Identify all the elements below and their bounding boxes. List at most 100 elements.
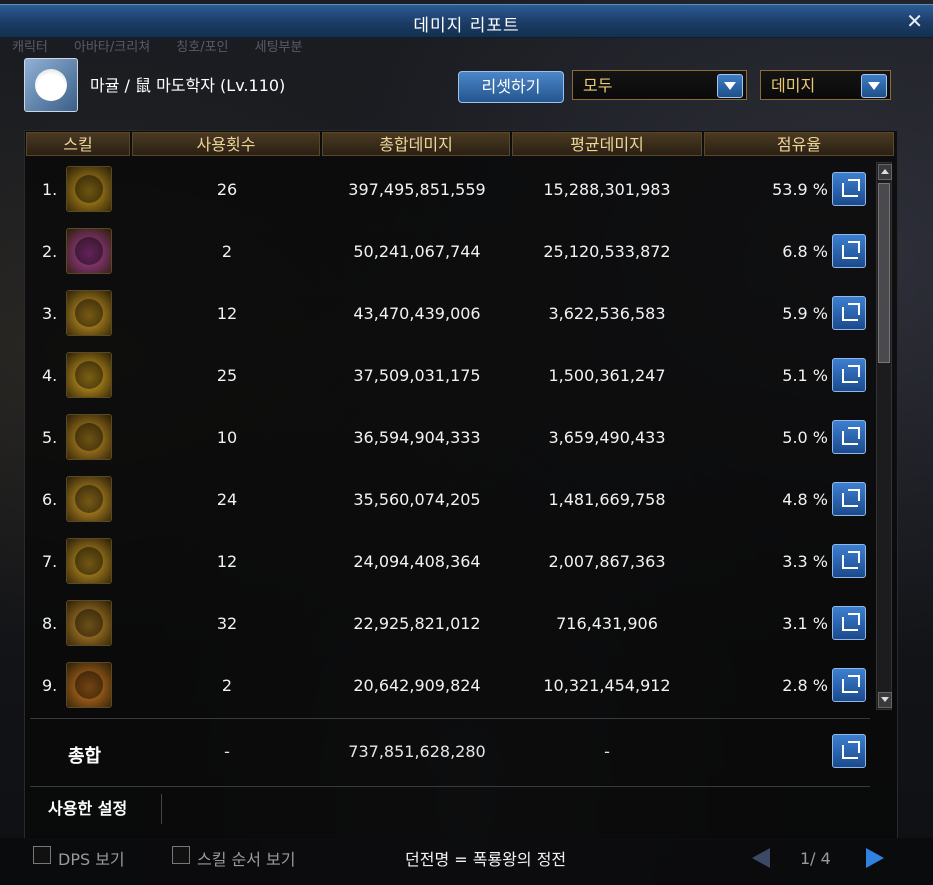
title-bar[interactable]: 데미지 리포트 ✕ <box>0 4 933 38</box>
rank-number: 4. <box>42 366 58 385</box>
use-count: 12 <box>216 304 238 323</box>
scroll-down-icon[interactable] <box>878 692 892 708</box>
column-header-total: 총합데미지 <box>322 132 510 156</box>
share-percent: 2.8 % <box>782 676 828 695</box>
use-count: 12 <box>216 552 238 571</box>
scroll-up-icon[interactable] <box>878 164 892 180</box>
skill-icon <box>66 476 112 522</box>
rank-number: 2. <box>42 242 58 261</box>
total-damage: 24,094,408,364 <box>353 552 481 571</box>
rank-number: 9. <box>42 676 58 695</box>
divider <box>30 786 870 787</box>
share-button[interactable] <box>832 544 866 578</box>
share-percent: 6.8 % <box>782 242 828 261</box>
share-button[interactable] <box>832 172 866 206</box>
metric-select[interactable]: 데미지 <box>760 70 891 100</box>
skill-icon <box>66 414 112 460</box>
total-damage: 20,642,909,824 <box>353 676 481 695</box>
character-name: 마귤 / 鼠 마도학자 (Lv.110) <box>90 76 286 95</box>
background-tabs: 캐릭터 아바타/크리쳐 칭호/포인 세팅부분 <box>12 40 303 55</box>
total-damage: 50,241,067,744 <box>353 242 481 261</box>
total-damage: 35,560,074,205 <box>353 490 481 509</box>
table-row: 6. 24 35,560,074,205 1,481,669,758 4.8 % <box>24 470 876 532</box>
table-row: 5. 10 36,594,904,333 3,659,490,433 5.0 % <box>24 408 876 470</box>
share-button[interactable] <box>832 606 866 640</box>
use-count: 26 <box>216 180 238 199</box>
window-title: 데미지 리포트 <box>413 16 520 36</box>
share-button[interactable] <box>832 234 866 268</box>
share-percent: 3.3 % <box>782 552 828 571</box>
chevron-down-icon[interactable] <box>717 74 743 98</box>
avg-damage: 1,481,669,758 <box>548 490 666 509</box>
total-row: 총합 - 737,851,628,280 - <box>24 722 876 784</box>
prev-page-icon[interactable] <box>752 848 770 868</box>
dps-checkbox[interactable] <box>33 846 51 864</box>
scrollbar[interactable] <box>876 162 892 710</box>
avg-damage: 25,120,533,872 <box>543 242 671 261</box>
damage-report-window: 데미지 리포트 ✕ 캐릭터 아바타/크리쳐 칭호/포인 세팅부분 마귤 / 鼠 … <box>0 0 933 885</box>
scroll-thumb[interactable] <box>878 183 890 363</box>
filter-select[interactable]: 모두 <box>572 70 747 100</box>
skill-icon <box>66 600 112 646</box>
skill-order-checkbox-label: 스킬 순서 보기 <box>197 850 296 869</box>
total-damage: 43,470,439,006 <box>353 304 481 323</box>
share-button[interactable] <box>832 358 866 392</box>
skill-icon <box>66 228 112 274</box>
skill-icon <box>66 662 112 708</box>
reset-button[interactable]: 리셋하기 <box>458 71 564 103</box>
avg-damage: 3,659,490,433 <box>548 428 666 447</box>
skill-order-checkbox[interactable] <box>172 846 190 864</box>
column-header-count: 사용횟수 <box>132 132 320 156</box>
tab-used-settings[interactable]: 사용한 설정 <box>40 794 162 824</box>
share-percent: 5.9 % <box>782 304 828 323</box>
use-count: 32 <box>216 614 238 633</box>
avg-damage: 3,622,536,583 <box>548 304 666 323</box>
share-percent: 3.1 % <box>782 614 828 633</box>
avg-damage: 2,007,867,363 <box>548 552 666 571</box>
rank-number: 7. <box>42 552 58 571</box>
share-button[interactable] <box>832 482 866 516</box>
total-damage: 36,594,904,333 <box>353 428 481 447</box>
share-button[interactable] <box>832 420 866 454</box>
share-percent: 53.9 % <box>772 180 828 199</box>
metric-select-value: 데미지 <box>771 76 816 95</box>
dps-checkbox-label: DPS 보기 <box>58 850 125 869</box>
skill-icon <box>66 290 112 336</box>
avg-damage: 1,500,361,247 <box>548 366 666 385</box>
total-label: 총합 <box>68 746 102 767</box>
skill-icon <box>66 538 112 584</box>
share-total-button[interactable] <box>832 734 866 768</box>
table-row: 8. 32 22,925,821,012 716,431,906 3.1 % <box>24 594 876 656</box>
share-percent: 5.0 % <box>782 428 828 447</box>
share-percent: 5.1 % <box>782 366 828 385</box>
avg-damage: 716,431,906 <box>556 614 658 633</box>
table-row: 4. 25 37,509,031,175 1,500,361,247 5.1 % <box>24 346 876 408</box>
skill-icon <box>66 352 112 398</box>
use-count: 24 <box>216 490 238 509</box>
use-count: 2 <box>221 242 233 261</box>
total-count: - <box>224 742 230 761</box>
column-header-share: 점유율 <box>704 132 894 156</box>
table-row: 2. 2 50,241,067,744 25,120,533,872 6.8 % <box>24 222 876 284</box>
table-row: 1. 26 397,495,851,559 15,288,301,983 53.9 % <box>24 160 876 222</box>
rank-number: 5. <box>42 428 58 447</box>
table-row: 3. 12 43,470,439,006 3,622,536,583 5.9 % <box>24 284 876 346</box>
next-page-icon[interactable] <box>866 848 884 868</box>
total-avg: - <box>604 742 610 761</box>
chevron-down-icon[interactable] <box>861 74 887 98</box>
column-header-avg: 평균데미지 <box>512 132 702 156</box>
dungeon-name: 던전명 = 폭룡왕의 정전 <box>405 850 567 869</box>
table-row: 7. 12 24,094,408,364 2,007,867,363 3.3 % <box>24 532 876 594</box>
table-row: 9. 2 20,642,909,824 10,321,454,912 2.8 % <box>24 656 876 718</box>
use-count: 10 <box>216 428 238 447</box>
share-button[interactable] <box>832 668 866 702</box>
skill-icon <box>66 166 112 212</box>
total-damage: 737,851,628,280 <box>348 742 486 761</box>
share-button[interactable] <box>832 296 866 330</box>
page-indicator: 1/ 4 <box>800 849 831 868</box>
close-icon[interactable]: ✕ <box>906 9 923 33</box>
rank-number: 8. <box>42 614 58 633</box>
total-damage: 397,495,851,559 <box>348 180 486 199</box>
avg-damage: 15,288,301,983 <box>543 180 671 199</box>
avatar <box>24 58 78 112</box>
